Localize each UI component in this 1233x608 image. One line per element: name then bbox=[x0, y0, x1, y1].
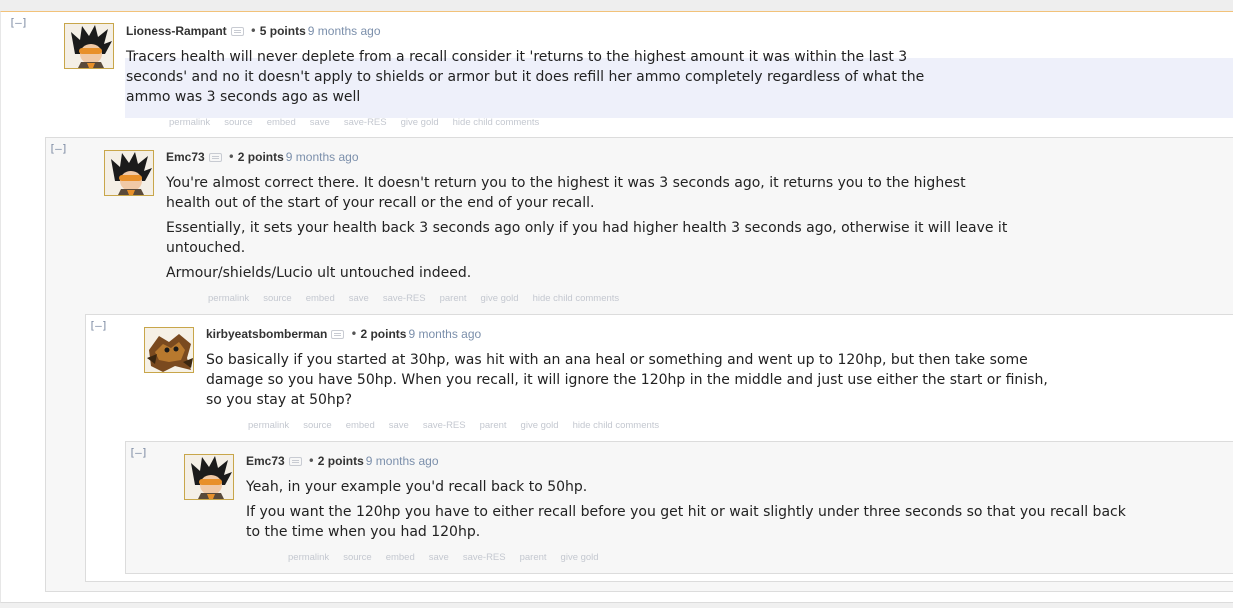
score: 2 points bbox=[317, 454, 364, 468]
avatar-tracer[interactable] bbox=[104, 150, 154, 196]
score: 5 points bbox=[259, 24, 306, 38]
permalink-button[interactable]: permalink bbox=[288, 552, 329, 563]
timestamp[interactable]: 9 months ago bbox=[286, 150, 359, 164]
collapse-toggle[interactable]: [–] bbox=[9, 16, 28, 29]
collapse-toggle[interactable]: [–] bbox=[89, 319, 108, 332]
give-gold-button[interactable]: give gold bbox=[521, 420, 559, 431]
comment-paragraph: Essentially, it sets your health back 3 … bbox=[166, 220, 1008, 256]
author-link[interactable]: Lioness-Rampant bbox=[126, 24, 227, 38]
permalink-button[interactable]: permalink bbox=[169, 117, 210, 128]
comment-emc73-reply: [–] Emc73 • 2 points 9 months ago Yeah, in … bbox=[125, 441, 1233, 574]
avatar-tracer[interactable] bbox=[64, 23, 114, 69]
give-gold-button[interactable]: give gold bbox=[401, 117, 439, 128]
score: 2 points bbox=[237, 150, 284, 164]
comment-paragraph: Yeah, in your example you'd recall back … bbox=[246, 479, 588, 495]
comment-body: You're almost correct there. It doesn't … bbox=[166, 173, 1011, 288]
user-tag-icon[interactable] bbox=[208, 153, 222, 162]
save-res-button[interactable]: save-RES bbox=[344, 117, 387, 128]
user-tag-icon[interactable] bbox=[331, 330, 345, 339]
comment-paragraph: Tracers health will never deplete from a… bbox=[126, 49, 925, 105]
save-button[interactable]: save bbox=[429, 552, 449, 563]
source-button[interactable]: source bbox=[343, 552, 372, 563]
source-button[interactable]: source bbox=[263, 293, 292, 304]
comment-paragraph: So basically if you started at 30hp, was… bbox=[206, 352, 1048, 408]
embed-button[interactable]: embed bbox=[346, 420, 375, 431]
source-button[interactable]: source bbox=[224, 117, 253, 128]
embed-button[interactable]: embed bbox=[306, 293, 335, 304]
separator-dot: • bbox=[307, 454, 315, 468]
comment-buttons: permalink source embed save save-RES parent gi… bbox=[208, 293, 633, 304]
permalink-button[interactable]: permalink bbox=[208, 293, 249, 304]
user-tag-icon[interactable] bbox=[230, 27, 244, 36]
comment-body: So basically if you started at 30hp, was… bbox=[206, 350, 1066, 415]
tagline: Emc73 • 2 points 9 months ago bbox=[166, 149, 359, 165]
save-res-button[interactable]: save-RES bbox=[423, 420, 466, 431]
avatar-kirby[interactable] bbox=[144, 327, 194, 373]
source-button[interactable]: source bbox=[303, 420, 332, 431]
hide-child-comments-button[interactable]: hide child comments bbox=[573, 420, 660, 431]
timestamp[interactable]: 9 months ago bbox=[366, 454, 439, 468]
save-button[interactable]: save bbox=[349, 293, 369, 304]
save-button[interactable]: save bbox=[310, 117, 330, 128]
hide-child-comments-button[interactable]: hide child comments bbox=[533, 293, 620, 304]
tagline: Emc73 • 2 points 9 months ago bbox=[246, 453, 439, 469]
parent-button[interactable]: parent bbox=[520, 552, 547, 563]
collapse-toggle[interactable]: [–] bbox=[129, 446, 148, 459]
separator-dot: • bbox=[227, 150, 235, 164]
tagline: kirbyeatsbomberman • 2 points 9 months ago bbox=[206, 326, 481, 342]
timestamp[interactable]: 9 months ago bbox=[308, 24, 381, 38]
comment-paragraph: If you want the 120hp you have to either… bbox=[246, 504, 1126, 540]
collapse-toggle[interactable]: [–] bbox=[49, 142, 68, 155]
separator-dot: • bbox=[350, 327, 358, 341]
comment-paragraph: Armour/shields/Lucio ult untouched indee… bbox=[166, 265, 472, 281]
parent-button[interactable]: parent bbox=[440, 293, 467, 304]
user-tag-icon[interactable] bbox=[288, 457, 302, 466]
save-button[interactable]: save bbox=[389, 420, 409, 431]
comment-body: Yeah, in your example you'd recall back … bbox=[246, 477, 1126, 547]
hide-child-comments-button[interactable]: hide child comments bbox=[453, 117, 540, 128]
give-gold-button[interactable]: give gold bbox=[561, 552, 599, 563]
top-bar bbox=[0, 0, 1233, 11]
give-gold-button[interactable]: give gold bbox=[481, 293, 519, 304]
embed-button[interactable]: embed bbox=[267, 117, 296, 128]
parent-button[interactable]: parent bbox=[480, 420, 507, 431]
save-res-button[interactable]: save-RES bbox=[463, 552, 506, 563]
save-res-button[interactable]: save-RES bbox=[383, 293, 426, 304]
score: 2 points bbox=[360, 327, 407, 341]
author-link[interactable]: kirbyeatsbomberman bbox=[206, 327, 327, 341]
author-link[interactable]: Emc73 bbox=[246, 454, 285, 468]
comment-buttons: permalink source embed save save-RES give gol… bbox=[169, 117, 553, 128]
tagline: Lioness-Rampant • 5 points 9 months ago bbox=[126, 23, 381, 39]
comment-buttons: permalink source embed save save-RES parent gi… bbox=[288, 552, 613, 563]
comment-body: Tracers health will never deplete from a… bbox=[126, 47, 946, 112]
timestamp[interactable]: 9 months ago bbox=[408, 327, 481, 341]
comment-paragraph: You're almost correct there. It doesn't … bbox=[166, 175, 966, 211]
comment-buttons: permalink source embed save save-RES parent gi… bbox=[248, 420, 673, 431]
author-link[interactable]: Emc73 bbox=[166, 150, 205, 164]
avatar-tracer[interactable] bbox=[184, 454, 234, 500]
permalink-button[interactable]: permalink bbox=[248, 420, 289, 431]
embed-button[interactable]: embed bbox=[386, 552, 415, 563]
separator-dot: • bbox=[249, 24, 257, 38]
